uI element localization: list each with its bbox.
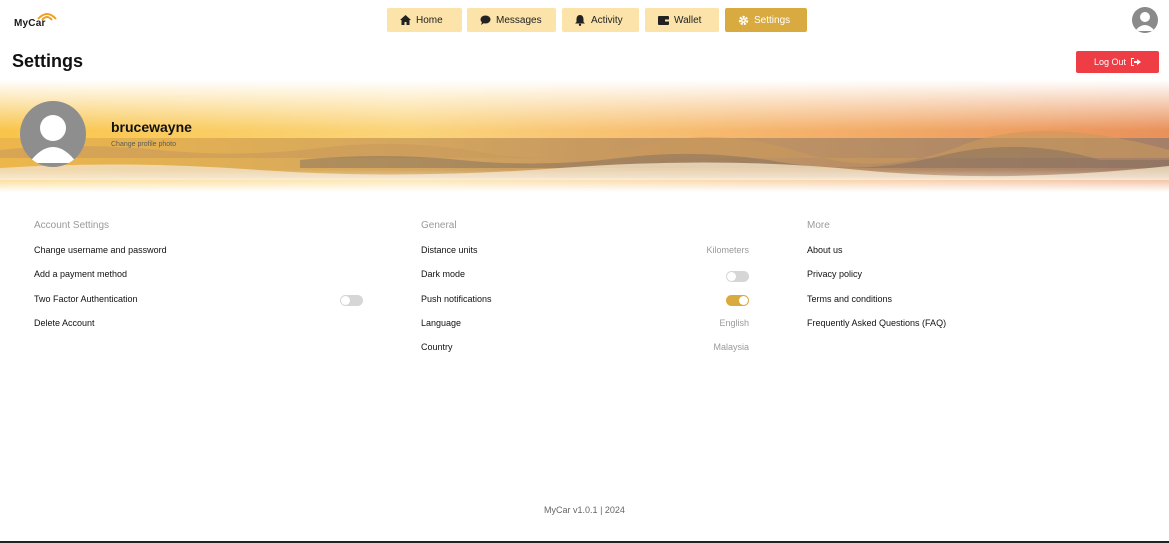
dark-mode-toggle[interactable] <box>726 271 749 282</box>
nav-home-label: Home <box>416 14 443 26</box>
more-section: More About us Privacy policy Terms and c… <box>807 220 1137 328</box>
user-avatar[interactable] <box>1132 7 1158 33</box>
nav-wallet[interactable]: Wallet <box>645 8 719 32</box>
delete-account-item[interactable]: Delete Account <box>34 318 95 328</box>
wallet-icon <box>657 14 669 26</box>
change-profile-photo-link[interactable]: Change profile photo <box>111 141 176 148</box>
account-settings-section: Account Settings Change username and pas… <box>34 220 364 328</box>
logo-text: MyCar <box>14 18 46 29</box>
page-title: Settings <box>12 51 84 71</box>
two-factor-auth-toggle[interactable] <box>340 295 363 306</box>
general-section: General Distance units Kilometers Dark m… <box>421 220 751 352</box>
about-us-link[interactable]: About us <box>807 245 843 255</box>
more-heading: More <box>807 220 830 231</box>
nav-settings-label: Settings <box>754 14 791 26</box>
nav-home[interactable]: Home <box>387 8 462 32</box>
push-notifications-item: Push notifications <box>421 294 492 304</box>
general-heading: General <box>421 220 457 231</box>
language-value[interactable]: English <box>719 318 749 328</box>
privacy-policy-link[interactable]: Privacy policy <box>807 269 862 279</box>
language-item: Language <box>421 318 462 328</box>
sign-out-icon <box>1131 58 1142 66</box>
user-silhouette-icon <box>29 115 77 163</box>
dark-mode-item: Dark mode <box>421 269 466 279</box>
gear-icon <box>737 14 749 26</box>
country-item: Country <box>421 342 453 352</box>
nav-settings[interactable]: Settings <box>725 8 807 32</box>
push-notifications-toggle[interactable] <box>726 295 749 306</box>
bell-icon <box>574 14 586 26</box>
nav-activity-label: Activity <box>591 14 623 26</box>
country-value[interactable]: Malaysia <box>713 342 749 352</box>
chat-bubble-icon <box>479 14 491 26</box>
app-logo[interactable]: MyCar <box>14 10 58 32</box>
faq-link[interactable]: Frequently Asked Questions (FAQ) <box>807 318 946 328</box>
nav-wallet-label: Wallet <box>674 14 702 26</box>
nav-messages[interactable]: Messages <box>467 8 556 32</box>
profile-avatar[interactable] <box>20 101 86 167</box>
logout-label: Log Out <box>1093 57 1127 67</box>
add-payment-method-item[interactable]: Add a payment method <box>34 269 127 279</box>
two-factor-auth-item: Two Factor Authentication <box>34 294 138 304</box>
distance-units-item: Distance units <box>421 245 478 255</box>
nav-messages-label: Messages <box>496 14 542 26</box>
profile-username: brucewayne <box>111 119 192 135</box>
profile-banner <box>0 80 1169 192</box>
account-settings-heading: Account Settings <box>34 220 110 231</box>
user-silhouette-icon <box>1135 12 1155 31</box>
logout-button[interactable]: Log Out <box>1076 51 1159 73</box>
distance-units-value[interactable]: Kilometers <box>706 245 749 255</box>
terms-conditions-link[interactable]: Terms and conditions <box>807 294 892 304</box>
nav-activity[interactable]: Activity <box>562 8 639 32</box>
home-icon <box>399 14 411 26</box>
footer-version: MyCar v1.0.1 | 2024 <box>544 505 625 515</box>
change-username-password-item[interactable]: Change username and password <box>34 245 167 255</box>
sunset-beach-image <box>0 80 1169 192</box>
